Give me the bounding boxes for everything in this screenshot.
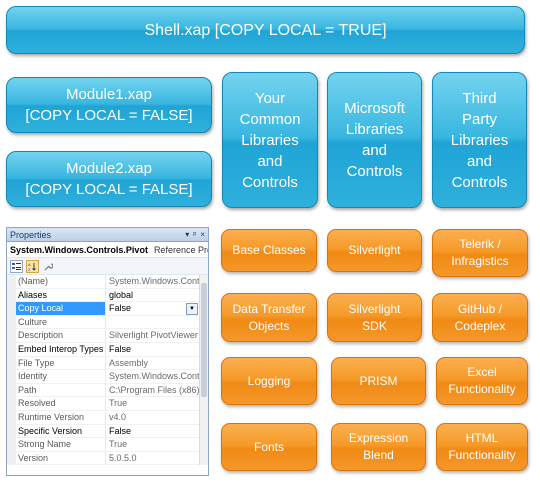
property-value: Silverlight PivotViewer (109, 330, 198, 341)
property-name: Copy Local (16, 302, 106, 315)
property-value (106, 316, 208, 329)
property-value: C:\Program Files (x86)\ (109, 384, 203, 395)
property-value: True (109, 398, 128, 409)
microsoft-libraries-label: Microsoft Libraries and Controls (344, 100, 405, 180)
close-icon[interactable]: × (200, 230, 205, 239)
chevron-down-icon[interactable]: ▼ (186, 303, 198, 315)
property-row-aliases[interactable]: Aliases global (7, 288, 208, 303)
alphabetical-icon[interactable]: AZ (26, 259, 39, 273)
pin-icon[interactable]: ᵖ (193, 230, 196, 239)
base-classes-label: Base Classes (232, 243, 306, 257)
property-name: Culture (16, 315, 106, 329)
object-selector[interactable]: System.Windows.Controls.Pivot Reference … (7, 242, 208, 258)
property-row-name[interactable]: (Name) System.Windows.Contr (7, 275, 208, 289)
properties-panel: Properties ▾ ᵖ × System.Windows.Controls… (6, 227, 209, 476)
property-row-path[interactable]: Path C:\Program Files (x86)\ (7, 383, 208, 398)
property-name: Runtime Version (16, 410, 106, 424)
fonts-box: Fonts (221, 423, 317, 471)
property-row-specific-version[interactable]: Specific Version False (7, 424, 208, 439)
dropdown-icon[interactable]: ▾ (185, 230, 189, 239)
shell-xap-label: Shell.xap [COPY LOCAL = TRUE] (144, 21, 387, 39)
microsoft-libraries-box: Microsoft Libraries and Controls (327, 72, 422, 208)
svg-text:Z: Z (28, 267, 31, 271)
properties-titlebar: Properties ▾ ᵖ × (7, 228, 208, 242)
silverlight-box: Silverlight (327, 229, 422, 272)
object-type: Reference Prop (153, 244, 208, 255)
property-name: Specific Version (16, 424, 106, 438)
property-name: Aliases (16, 288, 106, 302)
property-row-description[interactable]: Description Silverlight PivotViewer (7, 329, 208, 343)
scrollbar-thumb[interactable] (201, 283, 207, 398)
property-row-file-type[interactable]: File Type Assembly (7, 356, 208, 371)
property-row-identity[interactable]: Identity System.Windows.Contr (7, 370, 208, 384)
data-transfer-objects-label: Data Transfer Objects (232, 301, 306, 333)
property-value: Assembly (109, 357, 149, 368)
module1-xap-box: Module1.xap [COPY LOCAL = FALSE] (6, 77, 212, 133)
expression-blend-box: Expression Blend (331, 423, 426, 471)
property-row-strong-name[interactable]: Strong Name True (7, 438, 208, 452)
property-value: System.Windows.Contr (109, 276, 203, 286)
module1-xap-label: Module1.xap [COPY LOCAL = FALSE] (25, 86, 193, 124)
property-name: Strong Name (16, 438, 106, 451)
logging-label: Logging (247, 373, 291, 388)
github-codeplex-label: GitHub / Codeplex (454, 301, 506, 333)
property-grid-scrollbar[interactable] (199, 275, 208, 466)
property-row-version[interactable]: Version 5.0.5.0 (7, 451, 208, 466)
github-codeplex-box: GitHub / Codeplex (432, 293, 528, 342)
logging-box: Logging (221, 357, 317, 405)
common-libraries-label: Your Common Libraries and Controls (239, 89, 301, 191)
property-value[interactable]: global (106, 289, 208, 302)
property-value: 5.0.5.0 (109, 452, 137, 463)
property-row-runtime-version[interactable]: Runtime Version v4.0 (7, 410, 208, 425)
shell-xap-box: Shell.xap [COPY LOCAL = TRUE] (6, 6, 525, 54)
silverlight-label: Silverlight (348, 243, 401, 257)
silverlight-sdk-box: Silverlight SDK (327, 293, 422, 342)
module2-xap-label: Module2.xap [COPY LOCAL = FALSE] (25, 160, 193, 198)
excel-functionality-box: Excel Functionality (436, 357, 528, 405)
prism-label: PRISM (359, 373, 398, 388)
categorized-icon[interactable] (10, 259, 23, 273)
property-value: System.Windows.Contr (109, 371, 203, 382)
property-value[interactable]: False (106, 343, 208, 356)
module2-xap-box: Module2.xap [COPY LOCAL = FALSE] (6, 151, 212, 207)
third-party-libraries-box: Third Party Libraries and Controls (432, 72, 527, 208)
html-functionality-box: HTML Functionality (436, 423, 528, 471)
property-name: Description (16, 329, 106, 342)
silverlight-sdk-label: Silverlight SDK (348, 301, 401, 333)
property-name: Path (16, 383, 106, 397)
common-libraries-box: Your Common Libraries and Controls (222, 72, 318, 208)
property-value: True (109, 439, 128, 450)
property-name: Resolved (16, 397, 106, 410)
object-name: System.Windows.Controls.Pivot (10, 244, 148, 255)
property-name: Embed Interop Types (16, 342, 106, 356)
prism-box: PRISM (331, 357, 426, 405)
property-value: False (109, 303, 132, 314)
telerik-infragistics-label: Telerik / Infragistics (451, 237, 509, 268)
data-transfer-objects-box: Data Transfer Objects (221, 293, 317, 342)
property-name: (Name) (16, 275, 106, 288)
copy-local-select[interactable]: False ▼ (106, 302, 208, 315)
expression-blend-label: Expression Blend (348, 431, 409, 462)
property-grid: (Name) System.Windows.Contr Aliases glob… (7, 275, 208, 466)
property-name: Identity (16, 370, 106, 383)
fonts-label: Fonts (253, 439, 284, 454)
property-row-embed-interop-types[interactable]: Embed Interop Types False (7, 342, 208, 357)
telerik-infragistics-box: Telerik / Infragistics (432, 229, 528, 277)
base-classes-box: Base Classes (221, 229, 317, 272)
third-party-libraries-label: Third Party Libraries and Controls (450, 89, 509, 191)
properties-title: Properties (10, 229, 52, 240)
property-row-copy-local[interactable]: Copy Local False ▼ (7, 302, 208, 316)
html-functionality-label: HTML Functionality (448, 431, 516, 462)
property-value: v4.0 (109, 411, 127, 422)
excel-functionality-label: Excel Functionality (448, 365, 516, 396)
properties-toolbar: AZ (7, 258, 208, 275)
property-name: File Type (16, 356, 106, 370)
property-row-resolved[interactable]: Resolved True (7, 397, 208, 411)
property-name: Version (16, 451, 106, 465)
property-value[interactable]: False (106, 425, 208, 438)
wrench-icon[interactable] (42, 260, 55, 273)
property-row-culture[interactable]: Culture (7, 315, 208, 330)
